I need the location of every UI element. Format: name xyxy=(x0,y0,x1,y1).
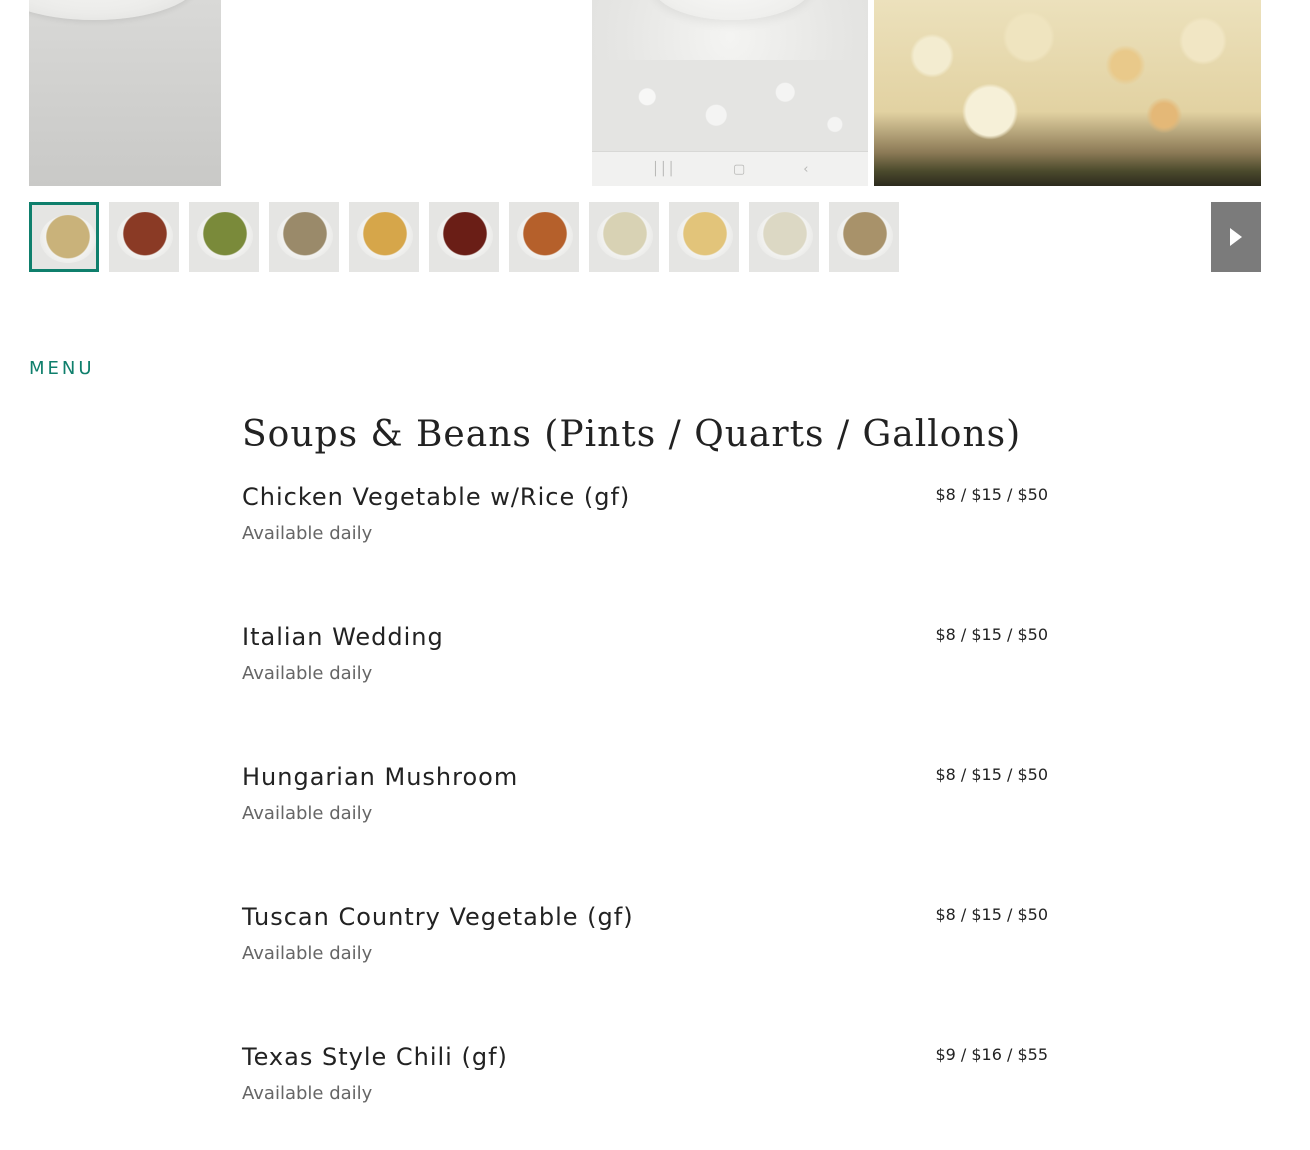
section-title: Soups & Beans (Pints / Quarts / Gallons) xyxy=(242,414,1022,455)
menu-item: Texas Style Chili (gf) Available daily $… xyxy=(242,1043,1048,1123)
home-icon: ▢ xyxy=(732,161,746,177)
item-price: $8 / $15 / $50 xyxy=(935,905,1048,924)
gallery-thumbnail[interactable] xyxy=(829,202,899,272)
cheese-bread-photo[interactable] xyxy=(874,0,1261,186)
gallery-thumbnail[interactable] xyxy=(589,202,659,272)
item-price: $8 / $15 / $50 xyxy=(935,625,1048,644)
next-button[interactable] xyxy=(1211,202,1261,272)
item-description: Available daily xyxy=(242,1083,373,1104)
item-name: Texas Style Chili (gf) xyxy=(242,1043,508,1071)
dish-image xyxy=(357,212,413,260)
item-name: Tuscan Country Vegetable (gf) xyxy=(242,903,634,931)
gallery-thumbnail[interactable] xyxy=(509,202,579,272)
gallery-thumbnail[interactable] xyxy=(349,202,419,272)
gallery-thumbnail[interactable] xyxy=(109,202,179,272)
phone-nav-bar: │││ ▢ ‹ xyxy=(592,151,868,186)
item-description: Available daily xyxy=(242,523,373,544)
dish-image xyxy=(677,212,733,260)
dish-image xyxy=(117,212,173,260)
item-price: $8 / $15 / $50 xyxy=(935,765,1048,784)
hero-gallery: │││ ▢ ‹ xyxy=(29,0,1261,186)
item-price: $8 / $15 / $50 xyxy=(935,485,1048,504)
dish-image xyxy=(40,215,96,263)
item-name: Chicken Vegetable w/Rice (gf) xyxy=(242,483,631,511)
gallery-thumbnail[interactable] xyxy=(669,202,739,272)
dish-image xyxy=(597,212,653,260)
dish-image xyxy=(437,212,493,260)
thumbnail-strip xyxy=(29,202,899,272)
gallery-thumbnail[interactable] xyxy=(269,202,339,272)
gallery-thumbnail[interactable] xyxy=(29,202,99,272)
menu-item: Hungarian Mushroom Available daily $8 / … xyxy=(242,763,1048,843)
item-name: Hungarian Mushroom xyxy=(242,763,519,791)
dish-image xyxy=(197,212,253,260)
menu-item: Tuscan Country Vegetable (gf) Available … xyxy=(242,903,1048,983)
menu-item: Italian Wedding Available daily $8 / $15… xyxy=(242,623,1048,703)
item-description: Available daily xyxy=(242,943,373,964)
item-description: Available daily xyxy=(242,803,373,824)
dish-image xyxy=(757,212,813,260)
item-description: Available daily xyxy=(242,663,373,684)
plate-photo[interactable] xyxy=(29,0,221,186)
gallery-thumbnail[interactable] xyxy=(749,202,819,272)
play-arrow-icon xyxy=(1230,228,1242,246)
gallery-thumbnail[interactable] xyxy=(429,202,499,272)
item-price: $9 / $16 / $55 xyxy=(935,1045,1048,1064)
back-icon: ‹ xyxy=(803,161,809,177)
dish-image xyxy=(277,212,333,260)
recent-apps-icon: │││ xyxy=(651,161,675,177)
menu-label: MENU xyxy=(29,358,95,379)
dish-image xyxy=(837,212,893,260)
gallery-thumbnail[interactable] xyxy=(189,202,259,272)
item-name: Italian Wedding xyxy=(242,623,444,651)
dish-image xyxy=(517,212,573,260)
menu-item: Chicken Vegetable w/Rice (gf) Available … xyxy=(242,483,1048,563)
bowl-photo[interactable]: │││ ▢ ‹ xyxy=(592,0,868,186)
